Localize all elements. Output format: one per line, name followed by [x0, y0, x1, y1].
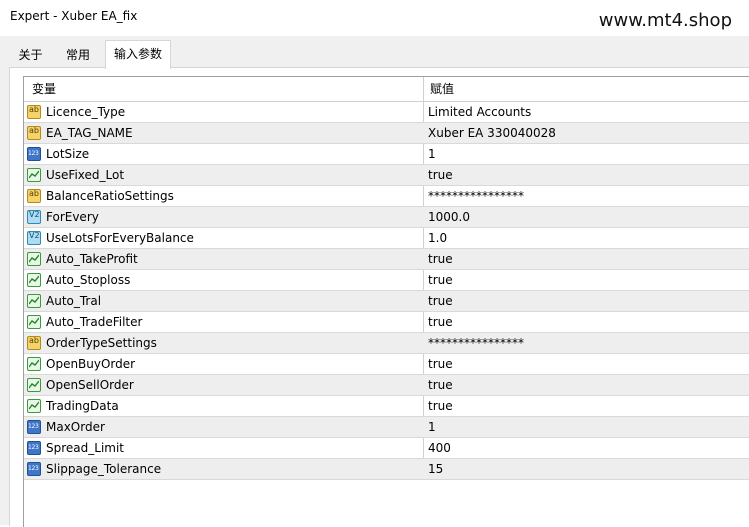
double-type-icon [27, 210, 41, 224]
integer-type-icon [27, 441, 41, 455]
variable-name: UseFixed_Lot [46, 168, 125, 182]
variable-value[interactable]: Limited Accounts [428, 102, 531, 122]
variable-value[interactable]: true [428, 354, 453, 374]
table-row[interactable]: TradingData true [24, 396, 749, 417]
table-row[interactable]: LotSize 1 [24, 144, 749, 165]
variable-name: UseLotsForEveryBalance [46, 231, 194, 245]
table-row[interactable]: MaxOrder 1 [24, 417, 749, 438]
variable-value[interactable]: 1000.0 [428, 207, 470, 227]
table-row[interactable]: EA_TAG_NAME Xuber EA 330040028 [24, 123, 749, 144]
column-header-value[interactable]: 赋值 [430, 77, 454, 101]
table-body: Licence_Type Limited Accounts EA_TAG_NAME X… [24, 102, 749, 480]
variable-name: ForEvery [46, 210, 99, 224]
variable-name: Auto_Stoploss [46, 273, 131, 287]
boolean-type-icon [27, 168, 41, 182]
variable-value[interactable]: 1 [428, 417, 436, 437]
string-type-icon [27, 105, 41, 119]
string-type-icon [27, 189, 41, 203]
table-row[interactable]: ForEvery 1000.0 [24, 207, 749, 228]
table-row[interactable]: OrderTypeSettings **************** [24, 333, 749, 354]
table-row[interactable]: Auto_TradeFilter true [24, 312, 749, 333]
table-header: 变量 赋值 [24, 77, 749, 102]
table-row[interactable]: OpenSellOrder true [24, 375, 749, 396]
integer-type-icon [27, 462, 41, 476]
variable-name: OpenSellOrder [46, 378, 134, 392]
expert-properties-window: Expert - Xuber EA_fix www.mt4.shop 关于 常用… [0, 0, 749, 527]
boolean-type-icon [27, 378, 41, 392]
boolean-type-icon [27, 294, 41, 308]
integer-type-icon [27, 147, 41, 161]
variable-name: EA_TAG_NAME [46, 126, 133, 140]
variable-value[interactable]: true [428, 291, 453, 311]
boolean-type-icon [27, 315, 41, 329]
table-row[interactable]: Auto_TakeProfit true [24, 249, 749, 270]
boolean-type-icon [27, 252, 41, 266]
variable-value[interactable]: **************** [428, 186, 524, 206]
variable-name: Slippage_Tolerance [46, 462, 162, 476]
string-type-icon [27, 336, 41, 350]
variable-value[interactable]: **************** [428, 333, 524, 353]
table-row[interactable]: Slippage_Tolerance 15 [24, 459, 749, 480]
variable-value[interactable]: true [428, 396, 453, 416]
title-bar: Expert - Xuber EA_fix www.mt4.shop [0, 0, 749, 36]
variable-name: TradingData [46, 399, 119, 413]
column-header-variable[interactable]: 变量 [32, 77, 56, 101]
boolean-type-icon [27, 357, 41, 371]
tab-inputs[interactable]: 输入参数 [105, 40, 171, 69]
table-row[interactable]: BalanceRatioSettings **************** [24, 186, 749, 207]
variable-name: BalanceRatioSettings [46, 189, 174, 203]
variable-value[interactable]: true [428, 312, 453, 332]
variable-name: Licence_Type [46, 105, 126, 119]
table-row[interactable]: Spread_Limit 400 [24, 438, 749, 459]
tab-about[interactable]: 关于 [9, 44, 52, 66]
table-row[interactable]: Auto_Tral true [24, 291, 749, 312]
variable-value[interactable]: 15 [428, 459, 443, 479]
string-type-icon [27, 126, 41, 140]
variable-name: OrderTypeSettings [46, 336, 157, 350]
variable-value[interactable]: 1.0 [428, 228, 447, 248]
table-row[interactable]: UseFixed_Lot true [24, 165, 749, 186]
watermark-text: www.mt4.shop [598, 10, 732, 31]
table-row[interactable]: Auto_Stoploss true [24, 270, 749, 291]
variable-name: LotSize [46, 147, 90, 161]
variable-value[interactable]: 1 [428, 144, 436, 164]
integer-type-icon [27, 420, 41, 434]
variable-name: Spread_Limit [46, 441, 125, 455]
variable-value[interactable]: 400 [428, 438, 451, 458]
variable-value[interactable]: true [428, 270, 453, 290]
inputs-panel: 变量 赋值 Licence_TypeLimited AccountsEA_TAG… [9, 67, 749, 527]
table-row[interactable]: UseLotsForEveryBalance 1.0 [24, 228, 749, 249]
variable-name: Auto_TradeFilter [46, 315, 143, 329]
variable-name: MaxOrder [46, 420, 105, 434]
table-row[interactable]: Licence_Type Limited Accounts [24, 102, 749, 123]
variable-name: Auto_TakeProfit [46, 252, 138, 266]
double-type-icon [27, 231, 41, 245]
variable-value[interactable]: true [428, 249, 453, 269]
tab-common[interactable]: 常用 [58, 44, 98, 66]
inputs-table: 变量 赋值 Licence_TypeLimited AccountsEA_TAG… [23, 76, 749, 527]
variable-value[interactable]: Xuber EA 330040028 [428, 123, 556, 143]
variable-name: Auto_Tral [46, 294, 102, 308]
window-title: Expert - Xuber EA_fix [10, 9, 138, 23]
variable-name: OpenBuyOrder [46, 357, 136, 371]
variable-value[interactable]: true [428, 165, 453, 185]
boolean-type-icon [27, 273, 41, 287]
variable-value[interactable]: true [428, 375, 453, 395]
boolean-type-icon [27, 399, 41, 413]
table-row[interactable]: OpenBuyOrder true [24, 354, 749, 375]
